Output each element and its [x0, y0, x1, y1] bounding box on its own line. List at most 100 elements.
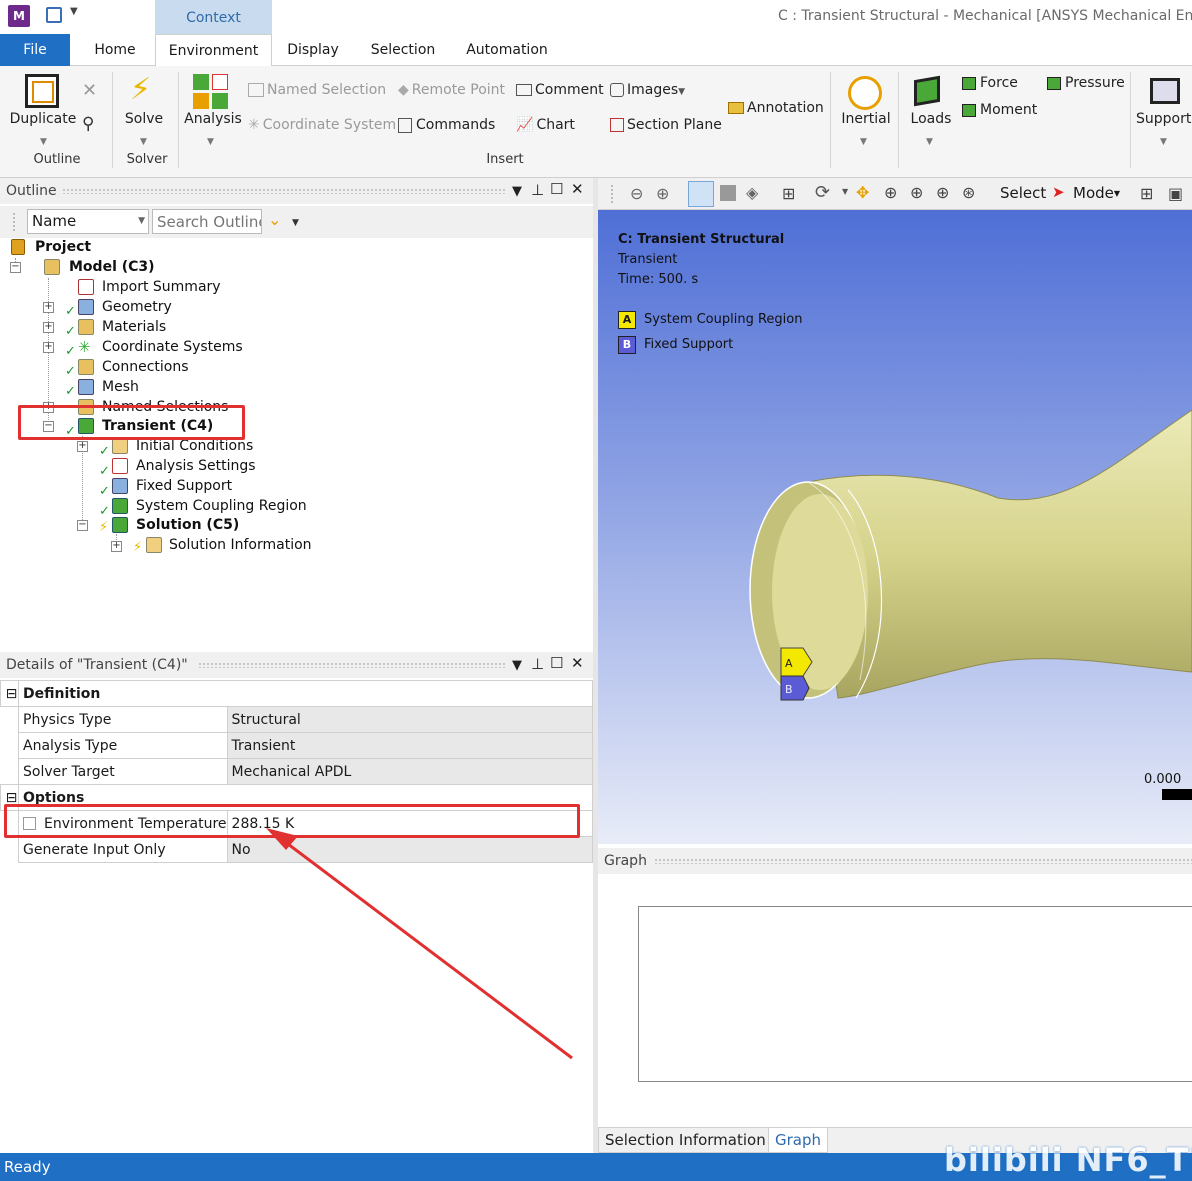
rotate-icon[interactable]: ⟳: [815, 182, 830, 203]
quick-access-dropdown-icon[interactable]: ▼: [70, 6, 78, 17]
loads-button[interactable]: Loads: [904, 111, 958, 127]
tab-display[interactable]: Display: [282, 34, 344, 66]
search-icon[interactable]: ⚲: [82, 114, 94, 134]
images-button[interactable]: Images▼: [610, 82, 685, 98]
detail-row[interactable]: Analysis Type Transient: [1, 732, 594, 759]
tree-item-model[interactable]: Model (C3): [69, 259, 155, 275]
coordinate-system-button[interactable]: ✳ Coordinate System: [248, 117, 396, 133]
chevron-down-icon[interactable]: ▼: [1160, 137, 1167, 147]
clipboard-icon[interactable]: ▣: [1168, 184, 1183, 203]
zoom-icon[interactable]: ⊕: [884, 183, 897, 202]
panel-dropdown-icon[interactable]: ▼: [512, 658, 522, 673]
force-button[interactable]: Force: [962, 75, 1018, 91]
tree-item-coordinate-systems[interactable]: Coordinate Systems: [102, 339, 243, 355]
solve-button[interactable]: Solve: [118, 111, 170, 127]
check-icon: ✓: [65, 324, 76, 339]
tree-item-system-coupling-region[interactable]: System Coupling Region: [136, 498, 307, 514]
tab-graph[interactable]: Graph: [768, 1127, 829, 1153]
tree-item-project[interactable]: Project: [35, 239, 91, 255]
duplicate-button[interactable]: Duplicate: [8, 111, 78, 127]
zoom-out-icon[interactable]: ⊖: [630, 184, 643, 203]
expand-icon[interactable]: +: [43, 322, 54, 333]
section-plane-button[interactable]: Section Plane: [610, 117, 722, 133]
moment-button[interactable]: Moment: [962, 102, 1037, 118]
filter-chevron-icon[interactable]: ⌄: [268, 210, 281, 229]
zoom-in-icon[interactable]: ⊕: [656, 184, 669, 203]
app-icon[interactable]: M: [8, 5, 30, 27]
tab-file[interactable]: File: [0, 34, 70, 66]
detail-row[interactable]: Solver Target Mechanical APDL: [1, 758, 594, 785]
chevron-down-icon[interactable]: ▼: [860, 137, 867, 147]
collapse-icon[interactable]: −: [10, 262, 21, 273]
named-selection-button[interactable]: Named Selection: [248, 82, 386, 98]
pan-icon[interactable]: ✥: [856, 183, 869, 202]
comment-button[interactable]: Comment: [516, 82, 604, 98]
annotation-button[interactable]: Annotation: [728, 100, 824, 116]
outline-filter-select[interactable]: Name ▼: [27, 209, 149, 234]
tab-environment[interactable]: Environment: [155, 34, 272, 66]
commands-button[interactable]: Commands: [398, 117, 495, 133]
tree-item-analysis-settings[interactable]: Analysis Settings: [136, 458, 256, 474]
vertex-select-icon[interactable]: ⊞: [782, 184, 795, 203]
extend-icon[interactable]: ⊞: [1140, 184, 1153, 203]
expand-icon[interactable]: +: [77, 441, 88, 452]
pin-icon[interactable]: ⊥: [531, 181, 544, 199]
magnifier-icon[interactable]: ⊛: [962, 183, 975, 202]
chevron-down-icon[interactable]: ▼: [842, 187, 848, 196]
chart-button[interactable]: 📈 Chart: [516, 117, 575, 133]
tree-item-fixed-support[interactable]: Fixed Support: [136, 478, 232, 494]
maximize-icon[interactable]: ☐: [550, 180, 563, 198]
search-outline-input[interactable]: [152, 209, 262, 234]
chevron-down-icon[interactable]: ▼: [926, 137, 933, 147]
pipe-geometry[interactable]: A B: [598, 210, 1192, 844]
delete-icon[interactable]: ✕: [82, 80, 97, 101]
supports-button[interactable]: Supports: [1136, 111, 1192, 127]
inertial-button[interactable]: Inertial: [838, 111, 894, 127]
remote-point-button[interactable]: ◆ Remote Point: [398, 82, 505, 98]
remote-point-icon: ◆: [398, 82, 409, 98]
tree-item-solution-information[interactable]: Solution Information: [169, 537, 312, 553]
tab-selection-information[interactable]: Selection Information: [598, 1127, 773, 1153]
edge-select-icon[interactable]: ◈: [746, 183, 758, 202]
expand-icon[interactable]: +: [43, 342, 54, 353]
pin-icon[interactable]: ⊥: [531, 655, 544, 673]
box-zoom-icon[interactable]: ⊕: [910, 183, 923, 202]
pressure-button[interactable]: Pressure: [1047, 75, 1125, 91]
tree-item-mesh[interactable]: Mesh: [102, 379, 139, 395]
close-icon[interactable]: ✕: [571, 654, 584, 672]
collapse-icon[interactable]: ⊟: [0, 680, 19, 707]
tree-item-geometry[interactable]: Geometry: [102, 299, 172, 315]
body-select-icon[interactable]: [688, 181, 714, 207]
tab-home[interactable]: Home: [84, 34, 146, 66]
face-select-icon[interactable]: [720, 185, 736, 201]
tree-item-materials[interactable]: Materials: [102, 319, 166, 335]
chevron-down-icon[interactable]: ▼: [292, 218, 299, 228]
graph-plot-area[interactable]: [638, 906, 1192, 1082]
force-icon: [962, 76, 976, 90]
tree-item-connections[interactable]: Connections: [102, 359, 189, 375]
select-button[interactable]: Select: [1000, 184, 1046, 202]
tab-automation[interactable]: Automation: [462, 34, 552, 66]
chevron-down-icon[interactable]: ▼: [207, 137, 214, 147]
section-definition[interactable]: ⊟ Definition: [0, 680, 593, 707]
detail-row[interactable]: Physics Type Structural: [1, 706, 594, 733]
expand-icon[interactable]: +: [111, 541, 122, 552]
collapse-icon[interactable]: −: [77, 520, 88, 531]
tree-item-import-summary[interactable]: Import Summary: [102, 279, 221, 295]
mode-button[interactable]: Mode▼: [1073, 184, 1120, 202]
tree-item-initial-conditions[interactable]: Initial Conditions: [136, 438, 253, 454]
panel-dropdown-icon[interactable]: ▼: [512, 184, 522, 199]
zoom-to-fit-icon[interactable]: ⊕: [936, 183, 949, 202]
save-icon[interactable]: [46, 7, 62, 23]
analysis-button[interactable]: Analysis: [182, 111, 244, 127]
analysis-settings-icon: [112, 458, 128, 474]
tree-item-solution[interactable]: Solution (C5): [136, 517, 239, 533]
tab-selection[interactable]: Selection: [364, 34, 442, 66]
chevron-down-icon[interactable]: ▼: [40, 137, 47, 147]
chevron-down-icon[interactable]: ▼: [140, 137, 147, 147]
maximize-icon[interactable]: ☐: [550, 654, 563, 672]
expand-icon[interactable]: +: [43, 302, 54, 313]
solve-icon: ⚡: [130, 72, 152, 107]
close-icon[interactable]: ✕: [571, 180, 584, 198]
commands-icon: [398, 117, 412, 133]
